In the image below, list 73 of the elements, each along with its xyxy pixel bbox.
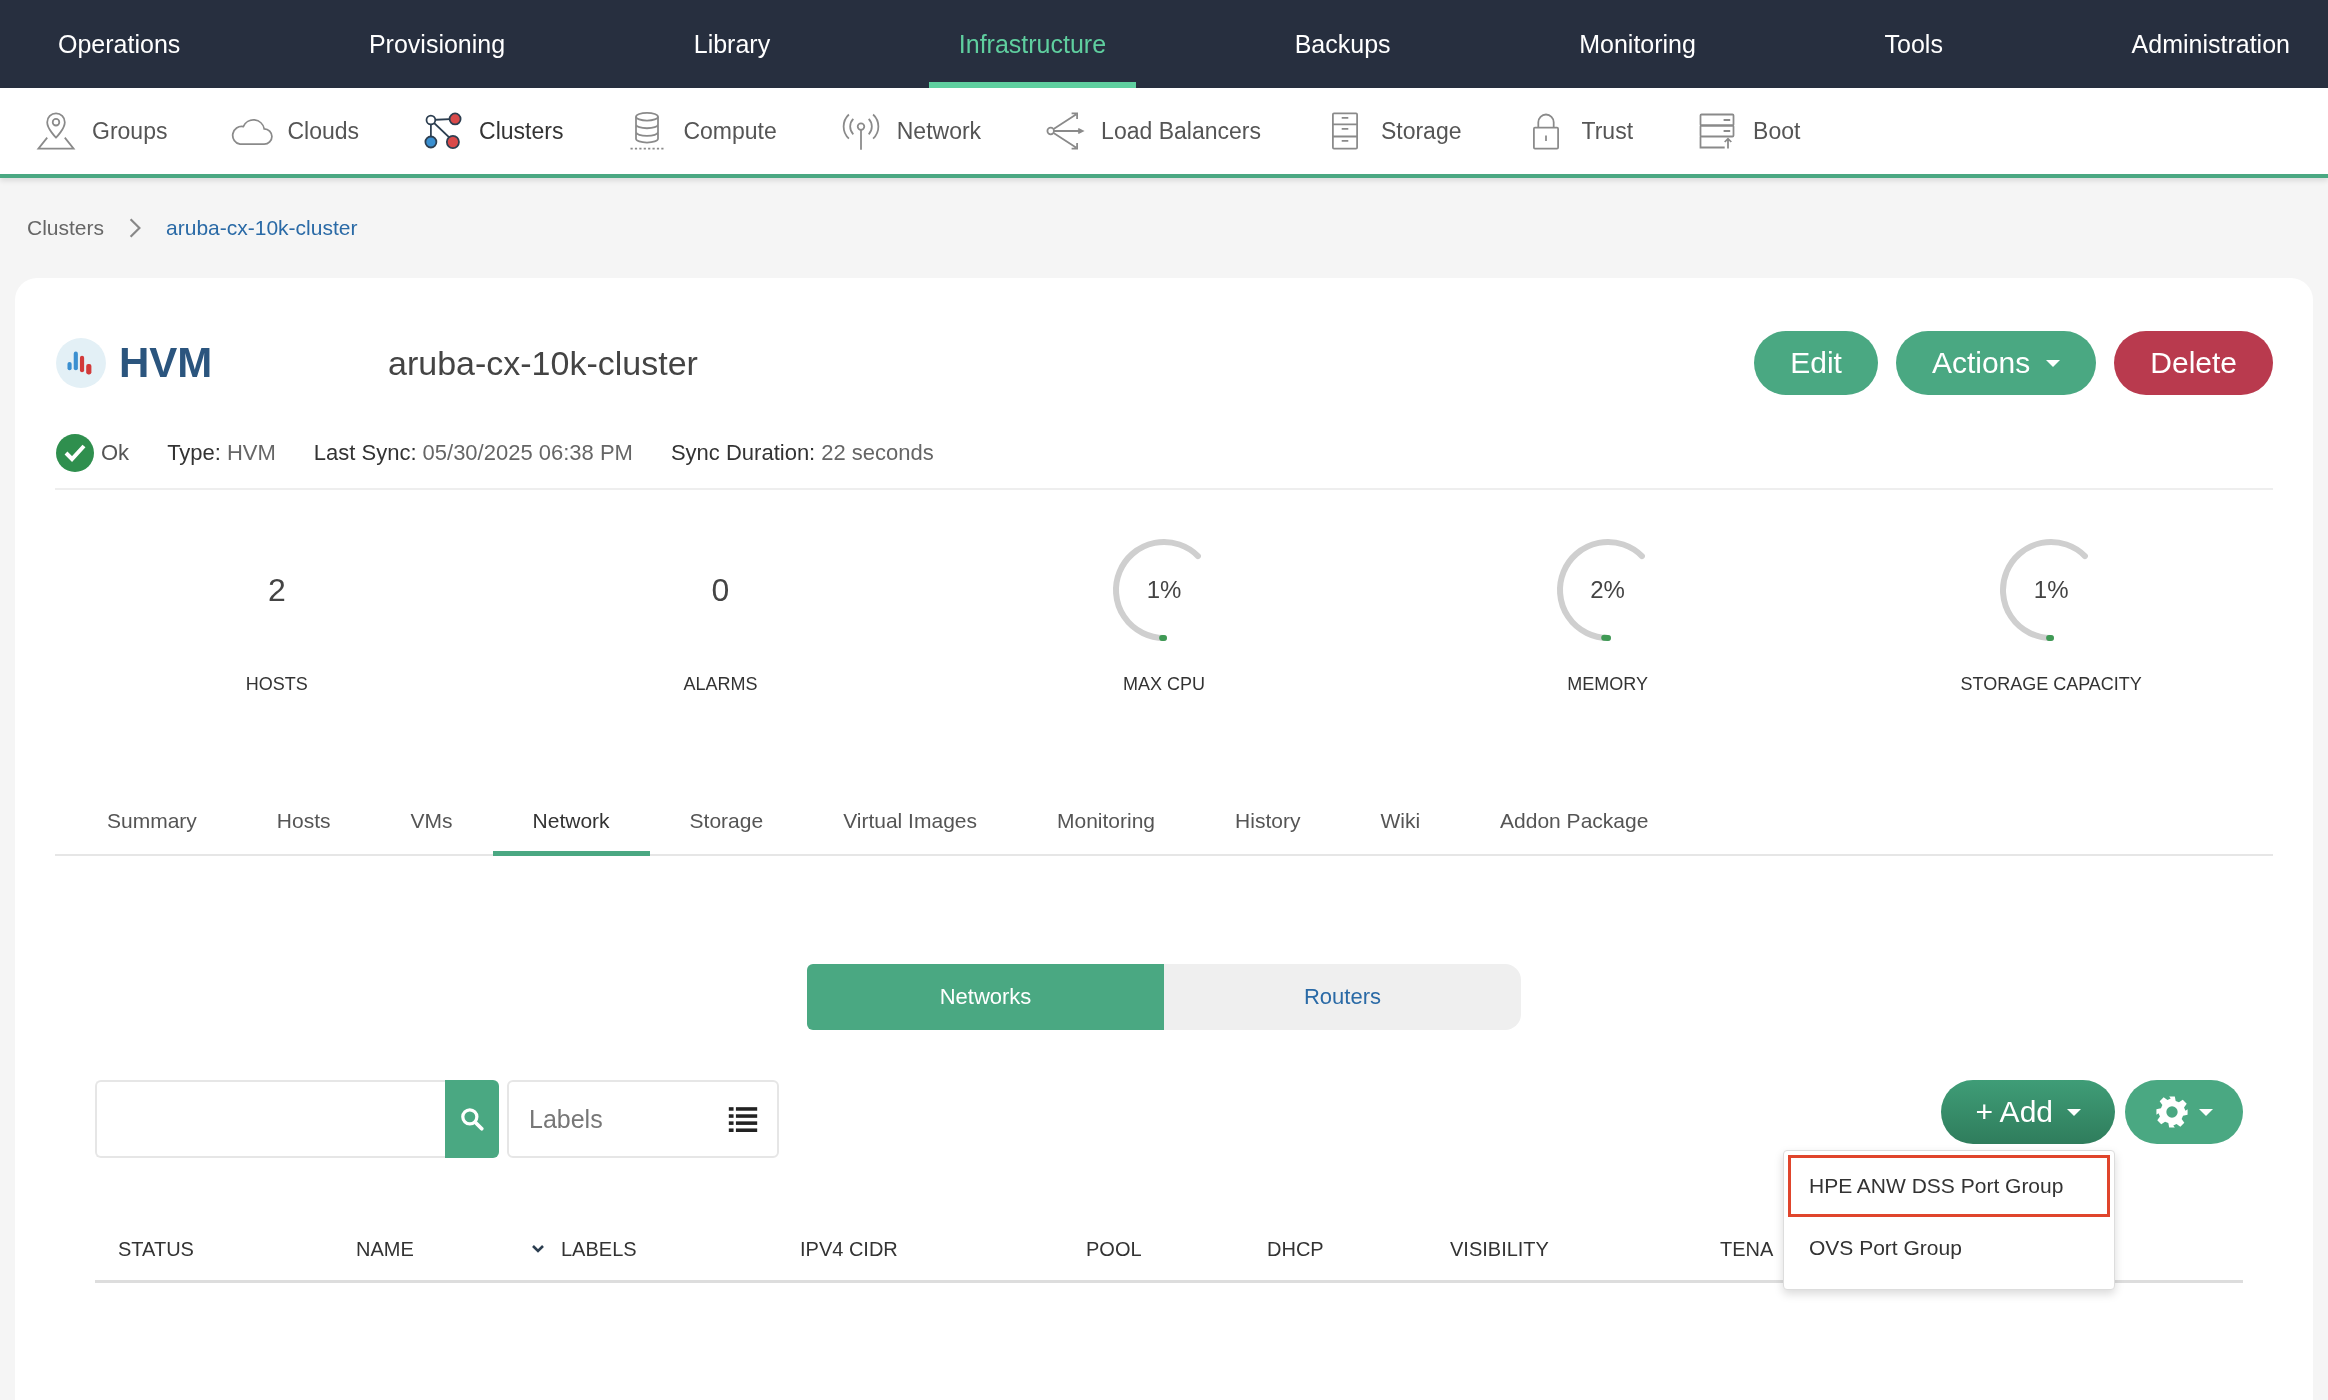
menu-item[interactable]: OVS Port Group <box>1788 1217 2110 1279</box>
column-header[interactable]: NAME <box>356 1237 414 1261</box>
tab[interactable]: History <box>1195 795 1341 856</box>
tab[interactable]: Network <box>492 795 650 856</box>
top-nav-item[interactable]: Library <box>663 0 801 88</box>
detail-value: 22 seconds <box>821 440 934 466</box>
sub-nav-item[interactable]: Network <box>838 109 982 153</box>
settings-icon <box>2155 1095 2189 1129</box>
top-nav-item[interactable]: Provisioning <box>338 0 536 88</box>
top-nav-item[interactable]: Administration <box>2101 0 2320 88</box>
tab[interactable]: Storage <box>649 795 804 856</box>
top-nav-item[interactable]: Infrastructure <box>928 0 1137 88</box>
gauge-reading: 1% <box>1146 576 1182 604</box>
tab[interactable]: VMs <box>370 795 493 856</box>
column-header[interactable]: POOL <box>1086 1237 1142 1261</box>
top-nav-item[interactable]: Operations <box>28 0 211 88</box>
sub-nav-item[interactable]: Clouds <box>229 109 360 153</box>
stat-value: 0 <box>711 571 730 609</box>
top-nav-item[interactable]: Monitoring <box>1549 0 1726 88</box>
sub-nav-item[interactable]: Trust <box>1523 109 1634 153</box>
tab[interactable]: Hosts <box>236 795 371 856</box>
column-header[interactable]: DHCP <box>1267 1237 1324 1261</box>
detail-value: 05/30/2025 06:38 PM <box>422 440 633 466</box>
search-button[interactable] <box>445 1080 499 1158</box>
column-header[interactable]: IPV4 CIDR <box>800 1237 898 1261</box>
caret-icon <box>2199 1108 2213 1116</box>
top-nav-item[interactable]: Backups <box>1264 0 1421 88</box>
sub-nav-item[interactable]: Boot <box>1695 109 1801 153</box>
stat-label: MEMORY <box>1567 674 1648 695</box>
tab[interactable]: Summary <box>67 795 237 856</box>
stat-label: ALARMS <box>683 674 758 695</box>
stat-label: MAX CPU <box>1123 674 1205 695</box>
column-header[interactable]: LABELS <box>561 1237 637 1261</box>
sub-nav-item[interactable]: Load Balancers <box>1043 109 1261 153</box>
chevron-right-icon <box>128 217 143 239</box>
delete-button[interactable]: Delete <box>2114 331 2273 395</box>
caret-icon <box>2067 1108 2081 1116</box>
detail-label: Type: <box>167 440 221 466</box>
tab[interactable]: Wiki <box>1340 795 1461 856</box>
labels-field[interactable]: Labels <box>507 1080 779 1158</box>
stat-value: 2 <box>267 571 286 609</box>
tab[interactable]: Virtual Images <box>803 795 1017 856</box>
gauge-reading: 2% <box>1590 576 1625 604</box>
sub-nav-item[interactable]: Clusters <box>421 109 564 153</box>
gauge-reading: 1% <box>2033 576 2069 604</box>
stat-label: HOSTS <box>245 674 308 695</box>
breadcrumb-current[interactable]: aruba-cx-10k-cluster <box>166 216 358 240</box>
stat-label: STORAGE CAPACITY <box>1960 674 2142 695</box>
column-header[interactable]: STATUS <box>118 1237 194 1261</box>
search-icon <box>459 1106 485 1132</box>
tab[interactable]: Monitoring <box>1017 795 1196 856</box>
logo-text: HVM <box>119 339 213 387</box>
detail-label: Last Sync: <box>313 440 417 466</box>
column-header[interactable]: TENA <box>1720 1237 1774 1261</box>
caret-icon <box>2046 359 2061 367</box>
top-nav-item[interactable]: Tools <box>1854 0 1973 88</box>
sub-nav-item[interactable]: Compute <box>625 109 777 153</box>
status-text: Ok <box>101 440 130 466</box>
breadcrumb-link[interactable]: Clusters <box>27 216 105 240</box>
add-dropdown-button[interactable]: + Add <box>1941 1080 2115 1144</box>
menu-item[interactable]: HPE ANW DSS Port Group <box>1788 1155 2110 1217</box>
sub-nav-item[interactable]: Storage <box>1322 109 1462 153</box>
column-header[interactable]: VISIBILITY <box>1450 1237 1549 1261</box>
search-field[interactable] <box>95 1080 445 1158</box>
chevron-down-icon[interactable] <box>531 1244 545 1254</box>
logo-icon <box>55 337 107 389</box>
cluster-name: aruba-cx-10k-cluster <box>388 343 699 383</box>
detail-label: Sync Duration: <box>670 440 816 466</box>
tab[interactable]: Addon Package <box>1460 795 1689 856</box>
list-icon <box>727 1106 759 1132</box>
detail-value: HVM <box>226 440 276 466</box>
view-toggle-button[interactable]: Routers <box>1164 964 1521 1030</box>
sub-nav-item[interactable]: Groups <box>34 109 168 153</box>
